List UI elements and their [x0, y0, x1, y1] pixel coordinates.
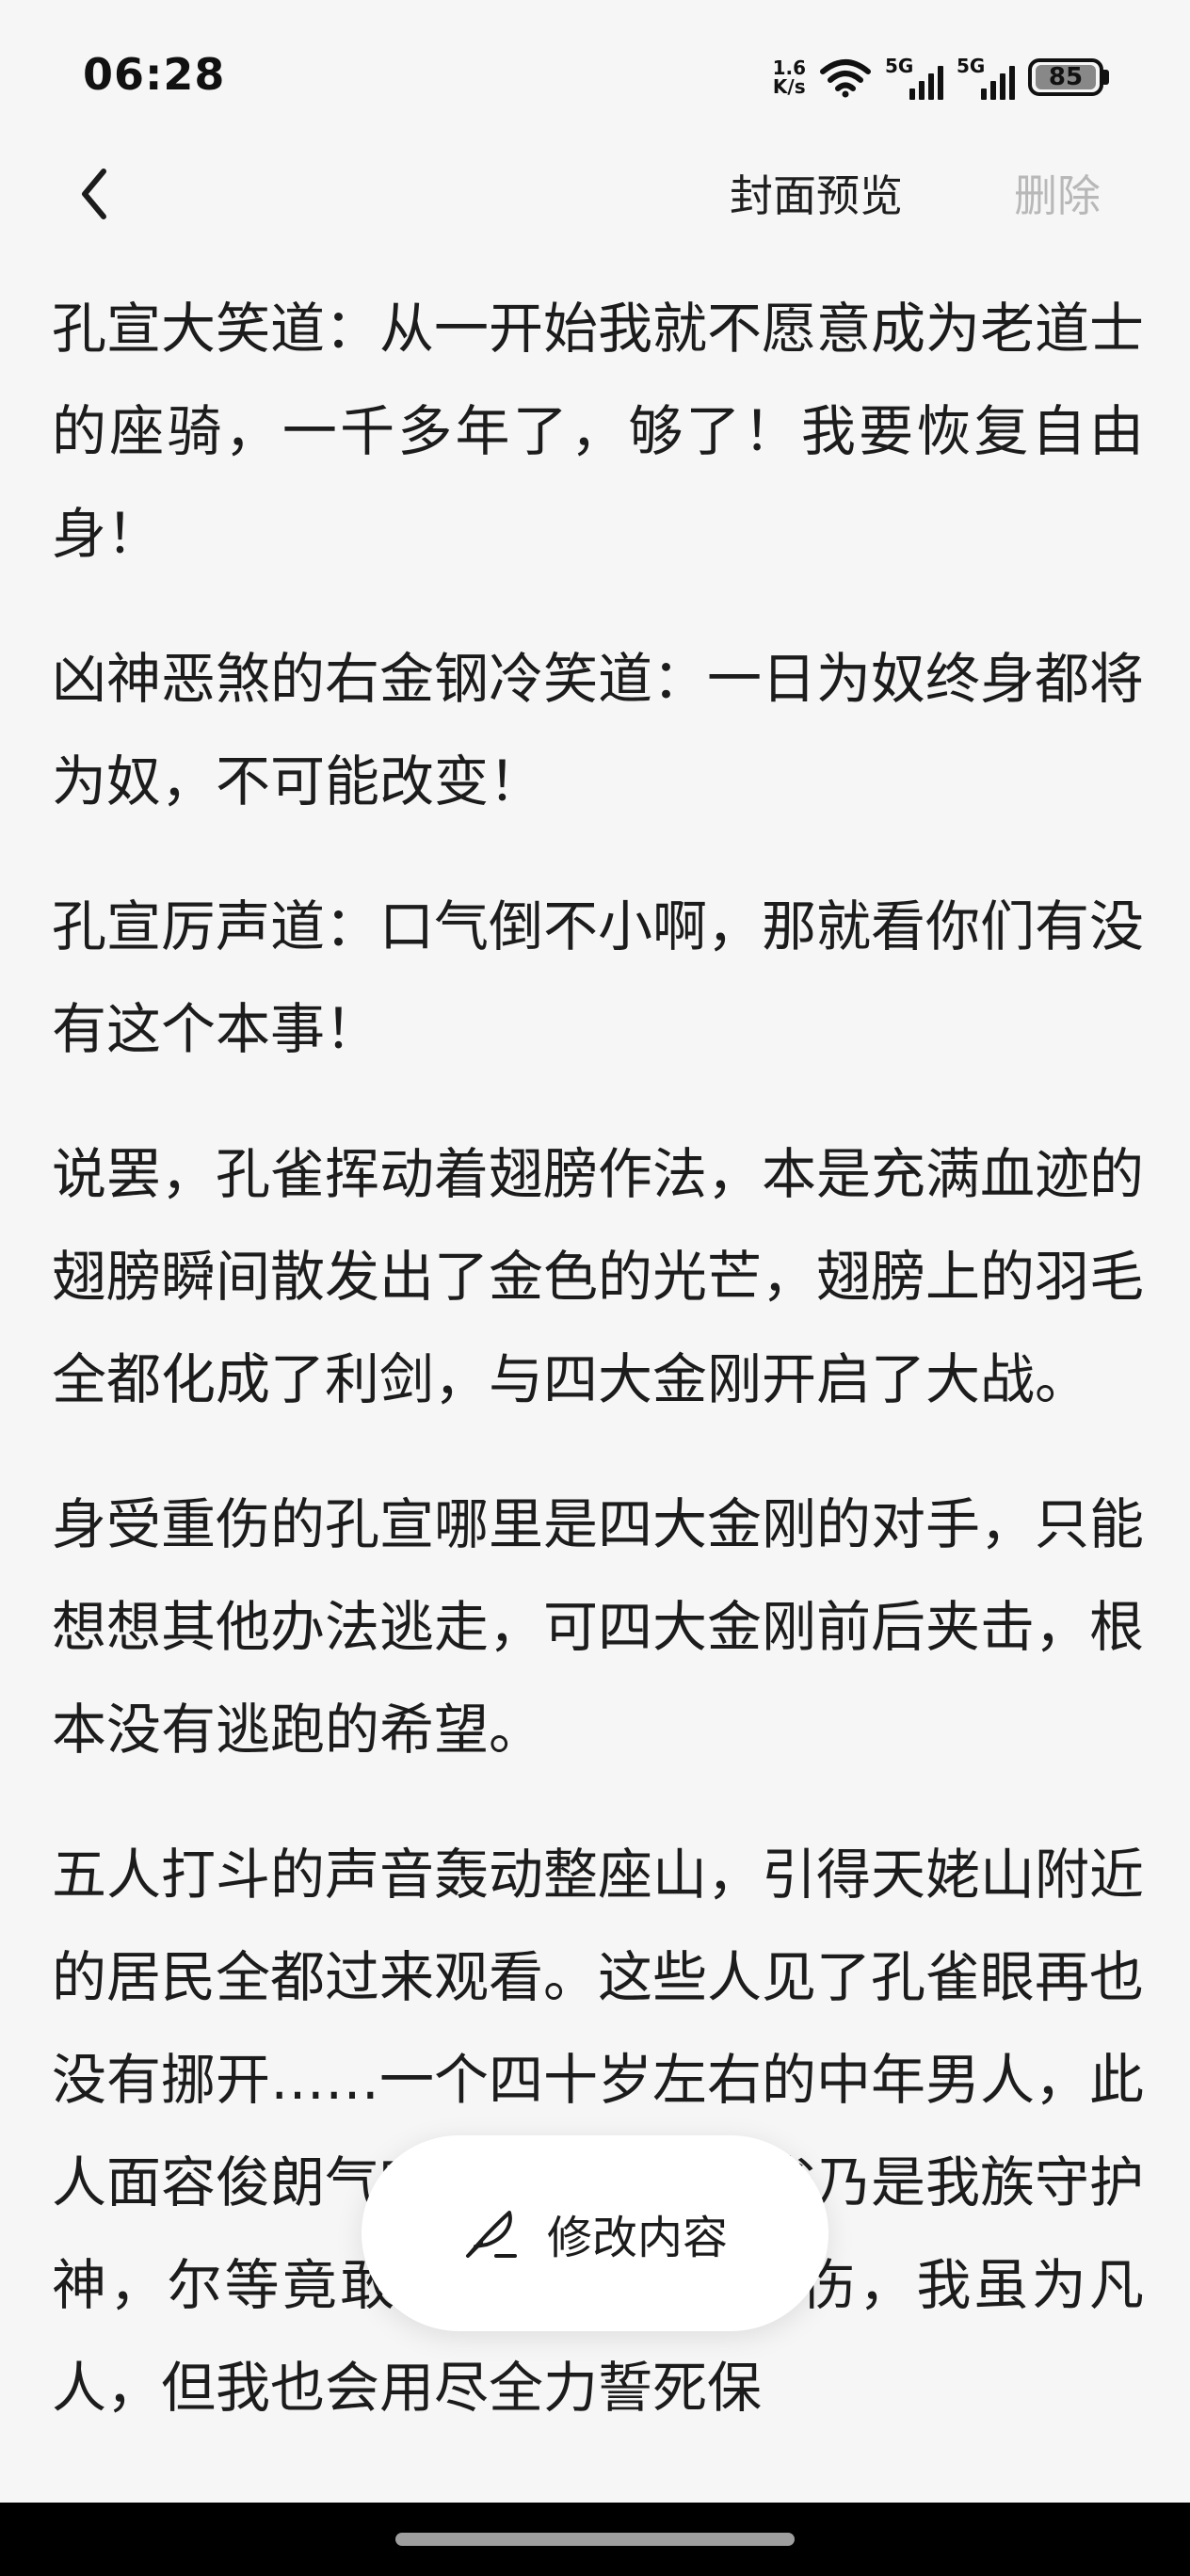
network-speed: 1.6 K/s [773, 58, 806, 96]
edit-content-label: 修改内容 [546, 2212, 728, 2264]
top-bar: 封面预览 删除 [0, 141, 1190, 245]
paragraph: 五人打斗的声音轰动整座山，引得天姥山附近的居民全都过来观看。这些人见了孔雀眼再也… [52, 1843, 1144, 2420]
signal-sim2-icon: 5G [957, 55, 1015, 100]
feather-pen-icon [465, 2211, 517, 2258]
edit-content-button[interactable]: 修改内容 [362, 2135, 828, 2331]
network-speed-value: 1.6 [772, 56, 806, 79]
delete-button[interactable]: 删除 [1014, 162, 1101, 224]
paragraph: 说罢，孔雀挥动着翅膀作法，本是充满血迹的翅膀瞬间散发出了金色的光芒，翅膀上的羽毛… [52, 1142, 1144, 1411]
paragraph: 凶神恶煞的右金钢冷笑道：一日为奴终身都将为奴，不可能改变！ [52, 647, 1144, 813]
paragraph: 孔宣大笑道：从一开始我就不愿意成为老道士的座骑，一千多年了，够了！我要恢复自由身… [52, 297, 1144, 566]
paragraph: 孔宣厉声道：口气倒不小啊，那就看你们有没有这个本事！ [52, 894, 1144, 1061]
signal-sim1-icon: 5G [885, 55, 943, 100]
network-speed-unit: K/s [772, 75, 806, 98]
status-bar: 06:28 1.6 K/s 5G 5G 85 [0, 0, 1190, 141]
battery-icon: 85 [1028, 58, 1109, 96]
battery-level: 85 [1036, 63, 1096, 91]
chevron-left-icon [82, 169, 106, 219]
status-icons: 1.6 K/s 5G 5G 85 [773, 49, 1109, 105]
wifi-icon [820, 59, 871, 98]
home-indicator[interactable] [395, 2533, 795, 2546]
status-time: 06:28 [83, 49, 226, 100]
back-button[interactable] [66, 166, 122, 222]
cover-preview-button[interactable]: 封面预览 [730, 162, 903, 224]
paragraph: 身受重伤的孔宣哪里是四大金刚的对手，只能想想其他办法逃走，可四大金刚前后夹击，根… [52, 1492, 1144, 1762]
